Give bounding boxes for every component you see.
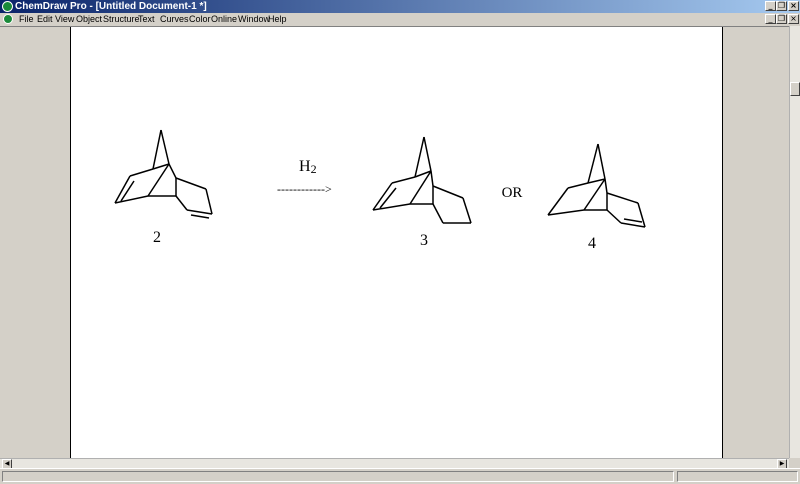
doc-restore-button[interactable]: ❐	[776, 14, 787, 24]
menu-object[interactable]: Object	[76, 13, 102, 26]
compound-4-structure[interactable]	[547, 143, 646, 228]
window-title: ChemDraw Pro - [Untitled Document-1 *]	[15, 1, 207, 12]
menu-view[interactable]: View	[55, 13, 74, 26]
reaction-scheme[interactable]: 2 H2 ------------> 3 OR 4	[71, 27, 722, 459]
compound-3-structure[interactable]	[372, 136, 472, 224]
minimize-button[interactable]: _	[765, 1, 776, 11]
restore-button[interactable]: ❐	[776, 1, 787, 11]
menu-curves[interactable]: Curves	[160, 13, 189, 26]
menu-online[interactable]: Online	[211, 13, 237, 26]
doc-close-button[interactable]: ×	[788, 14, 799, 24]
menu-color[interactable]: Color	[189, 13, 211, 26]
menu-window[interactable]: Window	[238, 13, 270, 26]
title-bar: ChemDraw Pro - [Untitled Document-1 *] _…	[0, 0, 800, 13]
vertical-scrollbar[interactable]	[789, 26, 800, 458]
or-label: OR	[502, 185, 523, 201]
menu-text[interactable]: Text	[138, 13, 155, 26]
compound-4-label: 4	[588, 235, 596, 252]
compound-2-structure[interactable]	[114, 129, 213, 219]
document-page[interactable]: 2 H2 ------------> 3 OR 4	[70, 27, 723, 459]
status-bar	[0, 468, 800, 484]
vertical-scroll-thumb[interactable]	[790, 82, 800, 96]
menu-file[interactable]: File	[19, 13, 34, 26]
reagent-subscript: 2	[311, 162, 317, 176]
status-pane-main	[2, 471, 674, 482]
compound-2-label: 2	[153, 229, 161, 246]
status-pane-secondary	[677, 471, 798, 482]
menu-structure[interactable]: Structure	[103, 13, 140, 26]
chemdraw-app-icon[interactable]	[2, 1, 13, 12]
canvas-area[interactable]: 2 H2 ------------> 3 OR 4	[0, 26, 789, 459]
menu-help[interactable]: Help	[268, 13, 287, 26]
doc-minimize-button[interactable]: _	[765, 14, 776, 24]
reagent-label: H2	[299, 158, 317, 176]
menu-edit[interactable]: Edit	[37, 13, 53, 26]
reaction-arrow: ------------>	[277, 182, 332, 196]
compound-3-label: 3	[420, 232, 428, 249]
menu-bar: File Edit View Object Structure Text Cur…	[0, 13, 800, 26]
close-button[interactable]: ×	[788, 1, 799, 11]
reagent-symbol: H	[299, 158, 311, 175]
document-icon[interactable]	[3, 14, 13, 24]
